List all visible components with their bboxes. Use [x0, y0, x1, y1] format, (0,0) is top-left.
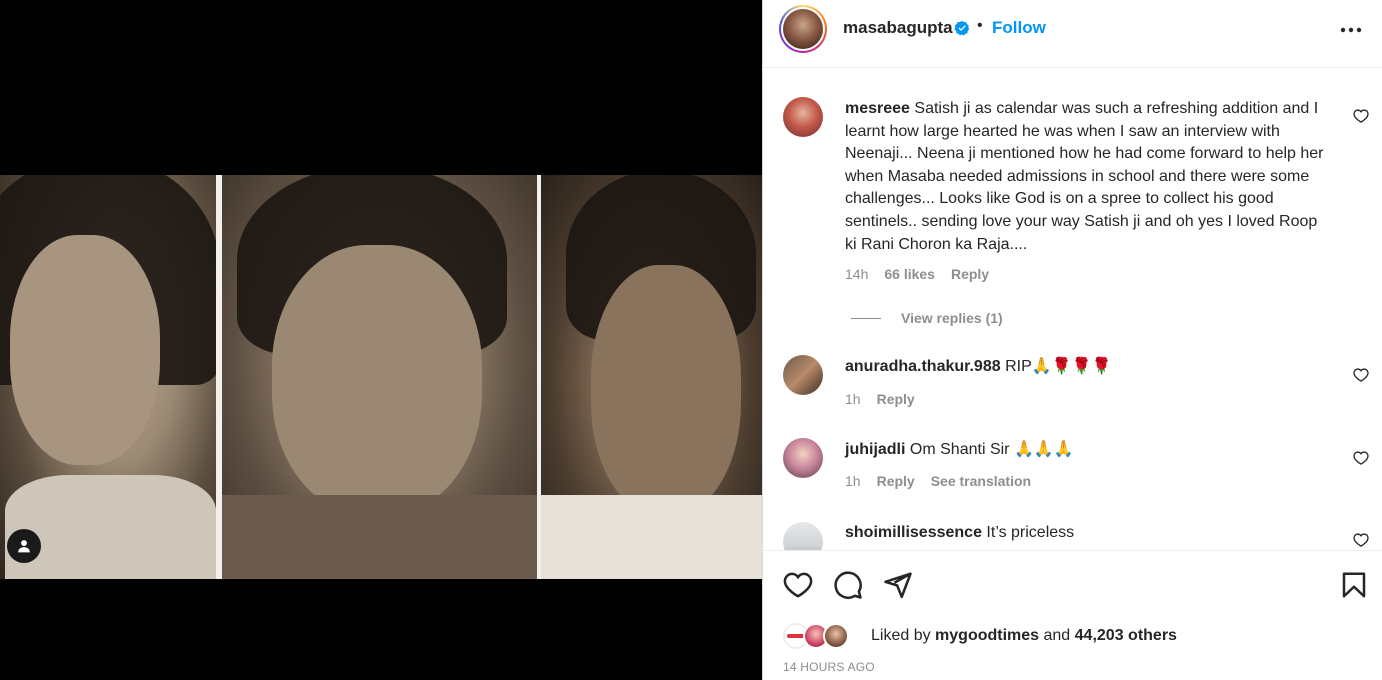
comment-text: RIP🙏🌹🌹🌹 [1005, 358, 1112, 375]
commenter-avatar[interactable] [783, 97, 823, 137]
comment-time[interactable]: 14h [845, 266, 868, 282]
likes-summary: Liked by mygoodtimes and 44,203 others [783, 622, 1177, 650]
share-icon[interactable] [883, 570, 913, 600]
comment-text: Satish ji as calendar was such a refresh… [845, 100, 1324, 253]
liker-avatars[interactable] [783, 623, 853, 649]
liker-username[interactable]: mygoodtimes [935, 627, 1039, 645]
comment-time[interactable]: 1h [845, 473, 861, 489]
separator-dot: • [977, 17, 983, 34]
photo-strip [0, 175, 762, 579]
post-panel: masabagupta • Follow mesreee Satish ji a… [762, 0, 1382, 680]
comment-icon[interactable] [833, 570, 863, 600]
bookmark-icon[interactable] [1339, 570, 1369, 600]
portrait-photo-3 [541, 175, 762, 579]
author-avatar[interactable] [779, 5, 827, 53]
portrait-photo-1 [0, 175, 216, 579]
post-actions [763, 552, 1382, 616]
commenter-avatar[interactable] [783, 355, 823, 395]
comment-username[interactable]: juhijadli [845, 441, 905, 458]
comment-time[interactable]: 1h [845, 391, 861, 407]
portrait-photo-2 [222, 175, 537, 579]
verified-badge-icon [954, 20, 970, 36]
reply-button[interactable]: Reply [877, 391, 915, 407]
comment-likes[interactable]: 66 likes [884, 266, 935, 282]
reply-button[interactable]: Reply [877, 473, 915, 489]
post-timestamp[interactable]: 14 HOURS AGO [783, 660, 875, 674]
likes-prefix: Liked by [871, 627, 936, 644]
view-replies-label[interactable]: View replies (1) [901, 310, 1003, 326]
comment-heart-icon[interactable] [1353, 367, 1369, 383]
reply-button[interactable]: Reply [951, 266, 989, 282]
comment-username[interactable]: mesreee [845, 100, 910, 117]
author-username[interactable]: masabagupta [843, 18, 953, 38]
replies-divider [851, 317, 881, 319]
comments-list[interactable]: mesreee Satish ji as calendar was such a… [763, 69, 1382, 551]
comment-heart-icon[interactable] [1353, 108, 1369, 124]
heart-icon[interactable] [783, 570, 813, 600]
comment-username[interactable]: anuradha.thakur.988 [845, 358, 1001, 375]
liker-avatar [823, 623, 849, 649]
comment-heart-icon[interactable] [1353, 532, 1369, 548]
likes-middle: and [1039, 627, 1075, 644]
post-header: masabagupta • Follow [763, 0, 1382, 68]
post-media [0, 0, 762, 680]
see-translation-button[interactable]: See translation [931, 473, 1031, 489]
comment-heart-icon[interactable] [1353, 450, 1369, 466]
user-tag-icon[interactable] [7, 529, 41, 563]
comment-username[interactable]: shoimillisessence [845, 524, 982, 541]
commenter-avatar[interactable] [783, 438, 823, 478]
comment-text: It’s priceless [986, 524, 1075, 541]
view-replies-button[interactable]: View replies (1) [851, 310, 1003, 326]
likes-count[interactable]: 44,203 others [1075, 627, 1177, 645]
follow-button[interactable]: Follow [992, 18, 1046, 38]
comment-text: Om Shanti Sir 🙏🙏🙏 [909, 441, 1074, 458]
commenter-avatar[interactable] [783, 522, 823, 550]
more-options-icon[interactable] [1339, 18, 1363, 42]
